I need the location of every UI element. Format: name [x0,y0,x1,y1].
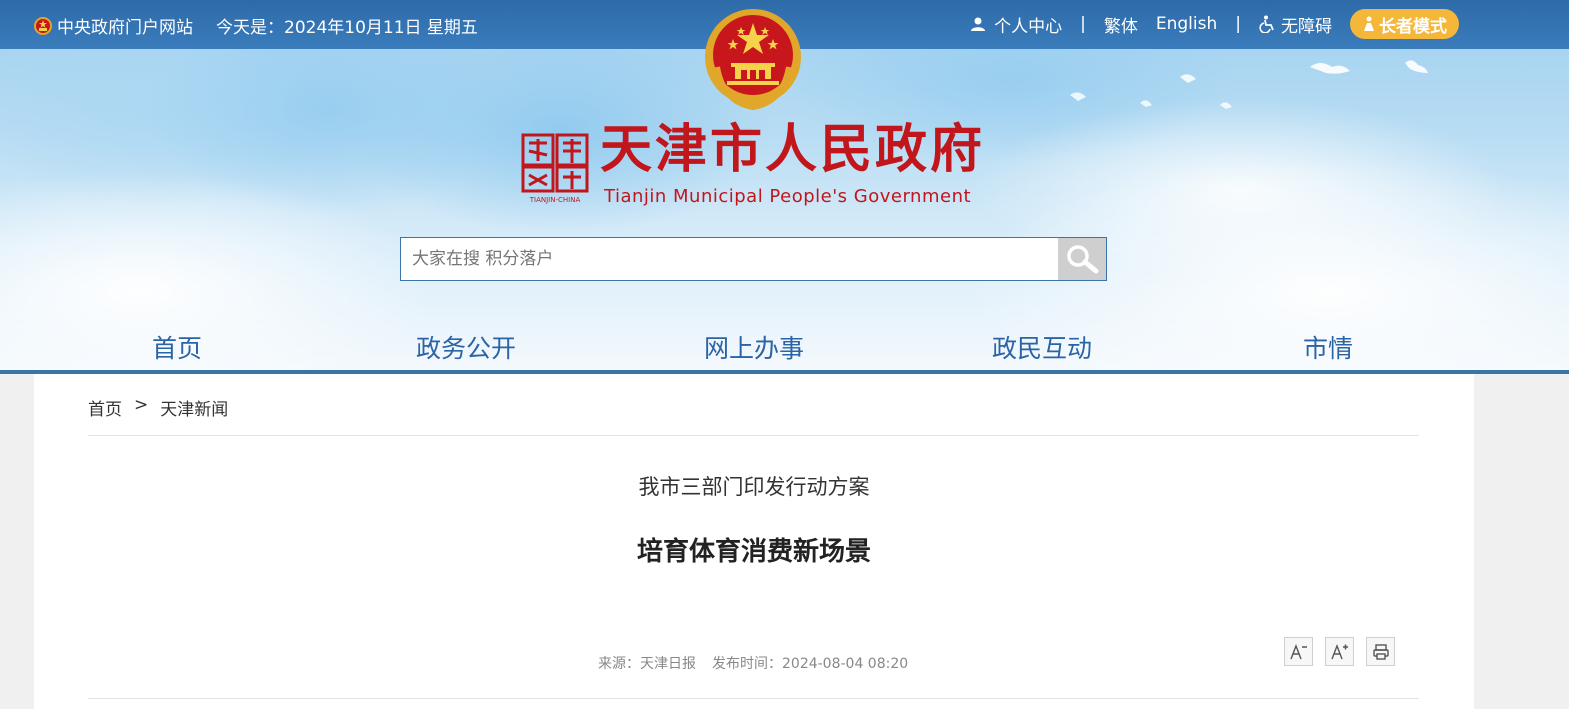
article-container: 首页 > 天津新闻 我市三部门印发行动方案 培育体育消费新场景 来源：天津日报发… [34,374,1474,709]
article-meta: 来源：天津日报 发布时间：2024-08-04 08:20 [598,653,908,673]
article-tools [1284,637,1407,666]
traditional-chinese-link[interactable]: 繁体 [1104,12,1138,37]
english-label: English [1155,14,1218,34]
search-input[interactable] [401,238,1058,280]
article-publish-time: 发布时间：2024-08-04 08:20 [712,656,909,672]
article-title: 培育体育消费新场景 [636,537,871,567]
accessibility-link[interactable]: 无障碍 [1259,12,1332,37]
search-box [400,237,1107,281]
elder-icon [1364,16,1374,31]
accessibility-label: 无障碍 [1281,16,1332,37]
breadcrumb-home[interactable]: 首页 [88,395,122,420]
gov-portal-label: 中央政府门户网站 [57,18,193,38]
top-links: 个人中心 | 繁体 English | 无障碍 长者模式 [958,8,1459,40]
font-increase-button[interactable] [1325,637,1354,666]
seal-caption: TIANJIN-CHINA [529,196,581,204]
elder-mode-button[interactable]: 长者模式 [1350,9,1459,39]
gov-portal-link[interactable]: 中央政府门户网站 [33,13,193,38]
traditional-label: 繁体 [1103,16,1138,37]
font-decrease-button[interactable] [1284,637,1313,666]
breadcrumb: 首页 > 天津新闻 [88,395,228,420]
font-decrease-icon [1289,643,1307,659]
font-increase-icon [1330,643,1348,659]
personal-center-link[interactable]: 个人中心 [970,12,1062,37]
nav-item-city-info[interactable]: 市情 [1303,329,1353,365]
divider [88,435,1419,436]
today-date: 今天是：2024年10月11日 星期五 [216,18,478,38]
nav-item-online-services[interactable]: 网上办事 [704,329,804,365]
nav-item-home[interactable]: 首页 [152,329,202,365]
user-icon [971,17,986,31]
site-title: 天津市人民政府 [600,120,986,180]
national-emblem-icon [34,16,52,35]
separator: | [1235,14,1241,34]
nav-item-government-affairs[interactable]: 政务公开 [416,329,516,365]
search-button[interactable] [1058,238,1106,280]
print-button[interactable] [1366,637,1395,666]
tianjin-seal-logo: TIANJIN-CHINA [521,133,589,204]
article-source: 来源：天津日报 [598,656,696,672]
english-link[interactable]: English [1156,14,1217,34]
elder-mode-label: 长者模式 [1379,16,1447,37]
divider [88,698,1419,699]
doves-decoration [1070,60,1428,109]
search-icon [1067,245,1099,274]
breadcrumb-current[interactable]: 天津新闻 [160,395,228,420]
main-nav: 首页 政务公开 网上办事 政民互动 市情 [0,322,1569,370]
article-pretitle: 我市三部门印发行动方案 [638,475,870,499]
site-subtitle: Tianjin Municipal People's Government [604,186,972,207]
nav-item-interaction[interactable]: 政民互动 [992,329,1092,365]
separator: | [1080,14,1086,34]
national-emblem-icon [705,9,801,111]
breadcrumb-arrow: > [134,395,149,415]
header-banner: 中央政府门户网站 今天是：2024年10月11日 星期五 个人中心 | 繁体 E… [0,0,1569,370]
wheelchair-icon [1259,15,1274,33]
personal-center-label: 个人中心 [994,16,1063,37]
print-icon [1372,643,1389,660]
